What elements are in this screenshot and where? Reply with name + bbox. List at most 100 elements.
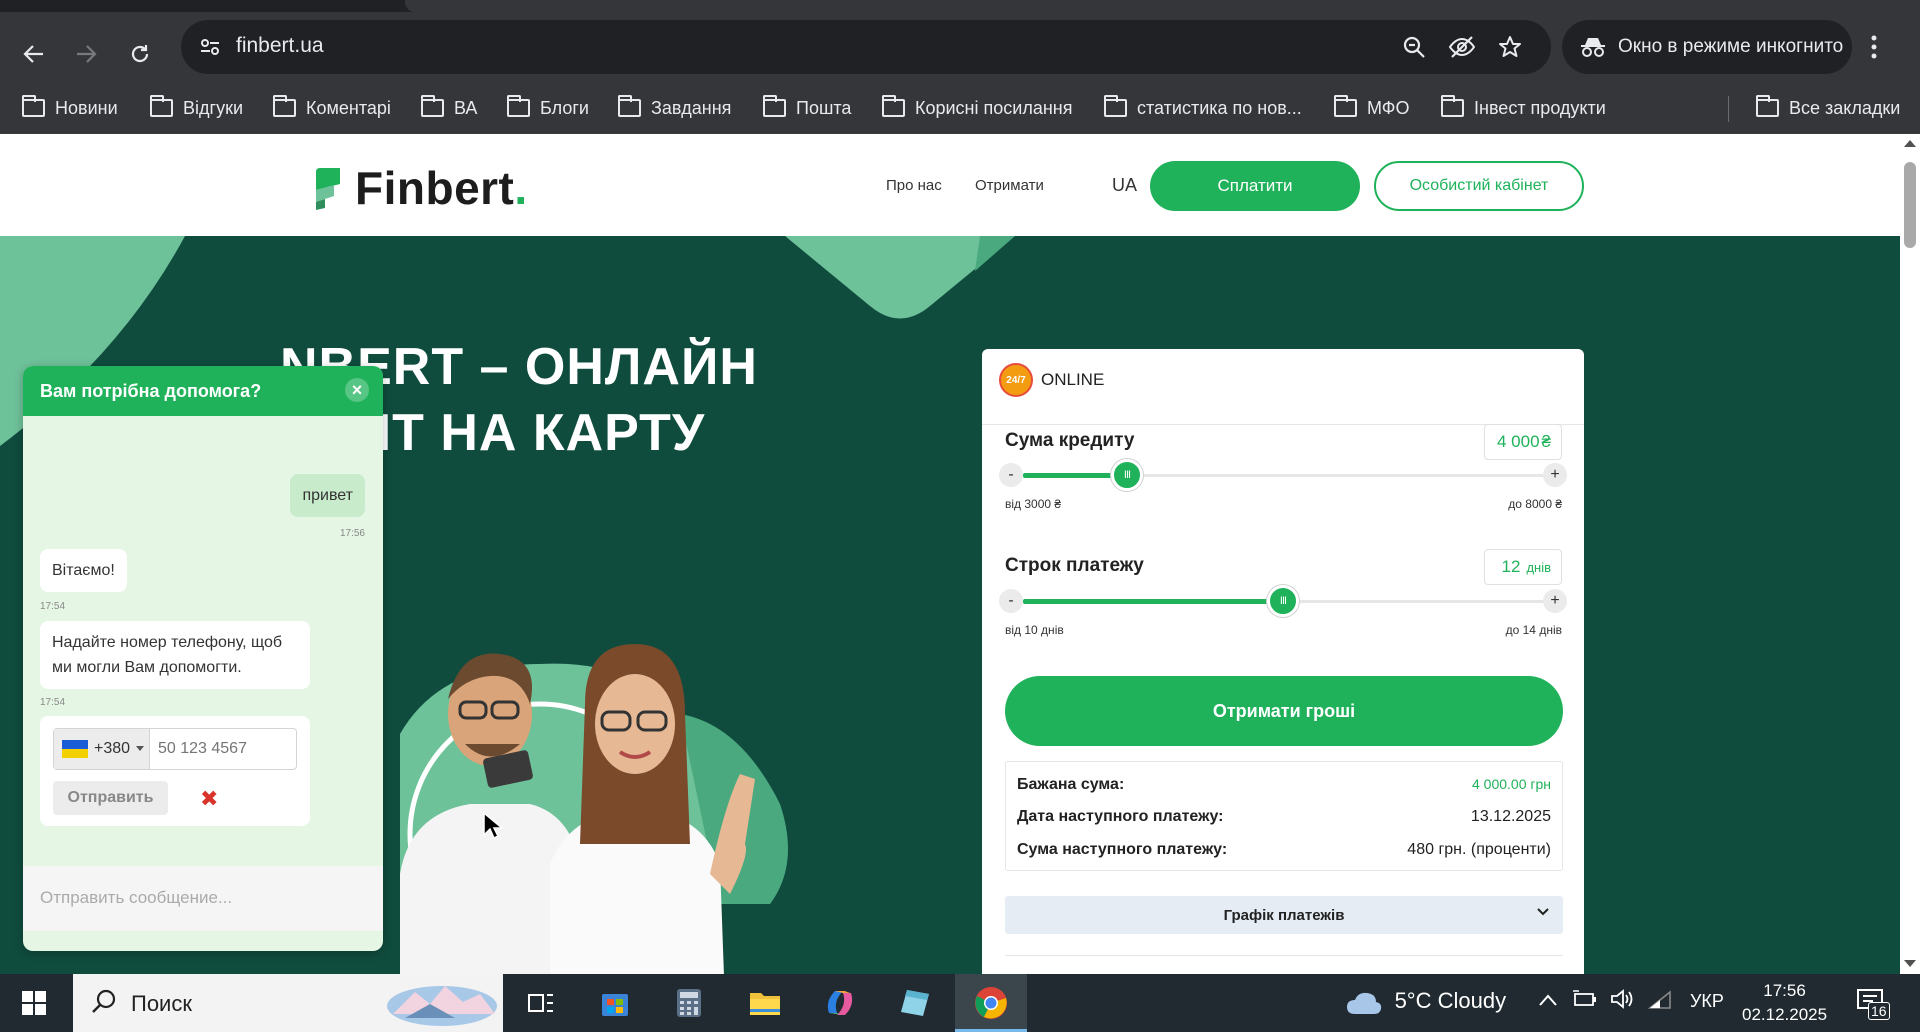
phone-field: +380 bbox=[53, 728, 297, 770]
page-scrollbar[interactable] bbox=[1900, 134, 1920, 974]
scroll-down-icon[interactable] bbox=[1904, 960, 1916, 967]
windows-taskbar: Поиск 5°C Cloudy УКР 17:56 02.12.2025 16 bbox=[0, 974, 1920, 1032]
input-language[interactable]: УКР bbox=[1690, 991, 1724, 1012]
nav-about[interactable]: Про нас bbox=[886, 177, 942, 194]
term-slider[interactable]: - + III bbox=[999, 585, 1567, 617]
bookmarks-divider bbox=[1728, 96, 1729, 122]
bookmarks-bar: Новини Відгуки Коментарі ВА Блоги Завдан… bbox=[0, 84, 1920, 134]
weather-widget[interactable]: 5°C Cloudy bbox=[1345, 988, 1506, 1016]
hero-people-image bbox=[400, 644, 788, 974]
phone-input[interactable] bbox=[150, 740, 290, 758]
amount-increase-button[interactable]: + bbox=[1543, 463, 1567, 487]
bookmark-folder[interactable]: Корисні посилання bbox=[882, 90, 1072, 126]
personal-cabinet-button[interactable]: Особистий кабінет bbox=[1374, 161, 1584, 211]
nav-get[interactable]: Отримати bbox=[975, 177, 1044, 194]
clock-24-7-icon: 24/7 bbox=[999, 363, 1033, 397]
chrome-icon[interactable] bbox=[973, 985, 1009, 1021]
battery-icon[interactable] bbox=[1573, 989, 1597, 1015]
cancel-icon[interactable]: ✖ bbox=[200, 786, 218, 812]
bookmark-label: Відгуки bbox=[183, 97, 244, 118]
term-value: 12 bbox=[1501, 557, 1521, 576]
folder-icon bbox=[507, 95, 530, 117]
back-button[interactable] bbox=[14, 34, 54, 74]
show-hidden-icons-button[interactable] bbox=[1538, 990, 1558, 1013]
address-bar[interactable]: finbert.ua bbox=[181, 20, 1551, 74]
more-vert-icon bbox=[1871, 35, 1877, 59]
bookmark-folder[interactable]: Завдання bbox=[618, 90, 731, 126]
bookmark-folder[interactable]: Інвест продукти bbox=[1441, 90, 1606, 126]
bookmark-folder[interactable]: Пошта bbox=[763, 90, 851, 126]
back-arrow-icon bbox=[23, 45, 43, 63]
browser-menu-button[interactable] bbox=[1870, 34, 1878, 64]
pay-button[interactable]: Сплатити bbox=[1150, 161, 1360, 211]
file-explorer-icon[interactable] bbox=[747, 985, 783, 1021]
summary-value: 4 000.00 грн bbox=[1471, 776, 1551, 792]
chat-message-input[interactable]: Отправить сообщение... bbox=[23, 866, 383, 931]
all-bookmarks-button[interactable]: Все закладки bbox=[1756, 90, 1900, 126]
bookmark-folder[interactable]: Відгуки bbox=[150, 90, 243, 126]
send-phone-button[interactable]: Отправить bbox=[53, 781, 168, 815]
volume-icon[interactable] bbox=[1610, 988, 1634, 1016]
copilot-icon[interactable] bbox=[822, 985, 858, 1021]
search-label: Поиск bbox=[131, 991, 192, 1016]
bookmark-folder[interactable]: Новини bbox=[22, 90, 118, 126]
site-info-icon[interactable] bbox=[195, 32, 225, 62]
reload-button[interactable] bbox=[120, 34, 160, 74]
bot-message: Надайте номер телефону, щоб ми могли Вам… bbox=[40, 621, 310, 689]
amount-input[interactable]: 4 000 ₴ bbox=[1484, 424, 1562, 460]
windows-start-icon[interactable] bbox=[22, 991, 46, 1015]
summary-value: 480 грн. (проценти) bbox=[1407, 841, 1551, 858]
tracking-protection-icon[interactable] bbox=[1447, 32, 1477, 62]
network-icon[interactable] bbox=[1647, 990, 1672, 1016]
get-money-button[interactable]: Отримати гроші bbox=[1005, 676, 1563, 746]
microsoft-store-icon[interactable] bbox=[597, 985, 633, 1021]
amount-slider[interactable]: - + III bbox=[999, 459, 1567, 491]
amount-decrease-button[interactable]: - bbox=[999, 463, 1023, 487]
bookmark-folder[interactable]: МФО bbox=[1334, 90, 1409, 126]
logo-mark-icon bbox=[316, 168, 340, 210]
folder-icon bbox=[763, 95, 786, 117]
bot-message: Вітаємо! bbox=[40, 549, 127, 592]
folder-icon bbox=[22, 95, 45, 117]
bookmark-folder[interactable]: статистика по нов... bbox=[1104, 90, 1302, 126]
taskbar-search[interactable]: Поиск bbox=[73, 974, 503, 1032]
online-badge: 24/7 ONLINE bbox=[999, 363, 1104, 397]
folder-icon bbox=[1334, 95, 1357, 117]
summary-row: Сума наступного платежу: 480 грн. (проце… bbox=[1017, 841, 1551, 859]
bookmark-folder[interactable]: Коментарі bbox=[273, 90, 391, 126]
bookmark-folder[interactable]: ВА bbox=[421, 90, 477, 126]
incognito-indicator[interactable]: Окно в режиме инкогнито bbox=[1562, 20, 1852, 74]
chat-close-button[interactable]: × bbox=[345, 378, 369, 402]
system-clock[interactable]: 17:56 02.12.2025 bbox=[1742, 979, 1827, 1027]
mouse-cursor-icon bbox=[483, 811, 504, 840]
calculator-icon[interactable] bbox=[671, 985, 707, 1021]
notes-app-icon[interactable] bbox=[897, 985, 933, 1021]
folder-icon bbox=[273, 95, 296, 117]
scroll-thumb[interactable] bbox=[1904, 162, 1916, 248]
tab-strip-background bbox=[405, 0, 1920, 12]
bookmark-star-icon[interactable] bbox=[1495, 32, 1525, 62]
language-switch[interactable]: UA bbox=[1112, 175, 1137, 196]
loan-calculator: 24/7 ONLINE Сума кредиту 4 000 ₴ - + III … bbox=[982, 349, 1584, 974]
bookmark-label: МФО bbox=[1367, 97, 1410, 118]
task-view-icon[interactable] bbox=[523, 985, 559, 1021]
term-slider-thumb[interactable]: III bbox=[1267, 585, 1299, 617]
folder-icon bbox=[1441, 95, 1464, 117]
bookmark-label: Коментарі bbox=[306, 97, 391, 118]
zoom-icon[interactable] bbox=[1399, 32, 1429, 62]
finbert-logo[interactable]: Finbert. bbox=[313, 161, 528, 215]
payment-schedule-toggle[interactable]: Графік платежів bbox=[1005, 896, 1563, 934]
term-increase-button[interactable]: + bbox=[1543, 589, 1567, 613]
term-input[interactable]: 12 днів bbox=[1484, 549, 1562, 585]
bookmark-folder[interactable]: Блоги bbox=[507, 90, 589, 126]
forward-button[interactable] bbox=[66, 34, 106, 74]
country-code-select[interactable]: +380 bbox=[54, 729, 150, 769]
amount-slider-thumb[interactable]: III bbox=[1111, 459, 1143, 491]
term-decrease-button[interactable]: - bbox=[999, 589, 1023, 613]
message-time: 17:56 bbox=[339, 528, 365, 539]
site-header: Finbert. Про нас Отримати UA Сплатити Ос… bbox=[0, 134, 1900, 236]
notifications-button[interactable]: 16 bbox=[1856, 988, 1896, 1022]
chat-input-placeholder: Отправить сообщение... bbox=[40, 888, 233, 907]
url-text[interactable]: finbert.ua bbox=[236, 34, 324, 58]
scroll-up-icon[interactable] bbox=[1904, 140, 1916, 147]
